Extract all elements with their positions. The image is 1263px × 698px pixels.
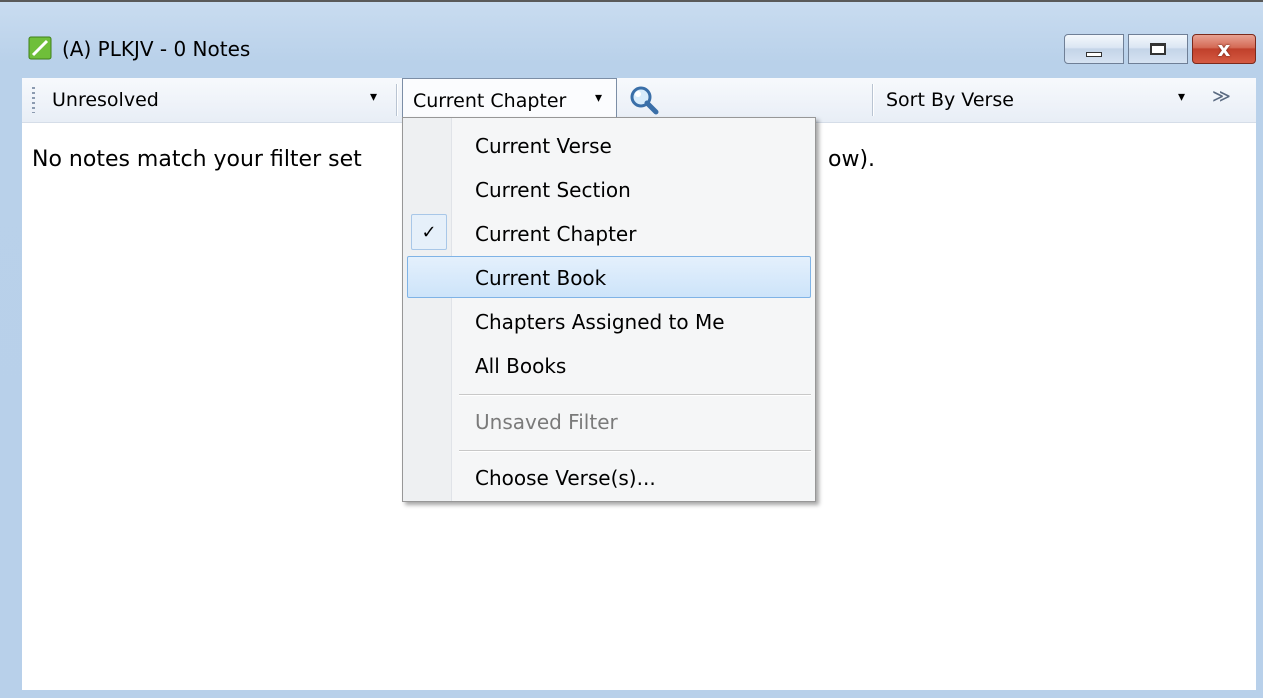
menu-item-current-chapter[interactable]: ✓ Current Chapter [407,212,811,254]
title-bar[interactable]: (A) PLKJV - 0 Notes x [0,2,1263,64]
scope-filter-dropdown[interactable]: Current Chapter ▾ [402,78,617,122]
menu-item-current-book[interactable]: Current Book [407,256,811,298]
scope-dropdown-menu: Current Verse Current Section ✓ Current … [402,117,816,502]
menu-item-all-books[interactable]: All Books [407,344,811,386]
search-icon[interactable] [626,84,662,116]
toolbar-separator [872,84,873,116]
overflow-chevron-icon[interactable]: ≫ [1212,86,1231,107]
minimize-button[interactable] [1064,34,1124,64]
menu-item-label: Choose Verse(s)... [475,466,656,490]
menu-separator [459,450,811,451]
window-title: (A) PLKJV - 0 Notes [62,37,251,61]
menu-item-label: All Books [475,354,567,378]
maximize-button[interactable] [1128,34,1188,64]
close-button[interactable]: x [1192,34,1256,64]
menu-item-current-section[interactable]: Current Section [407,168,811,210]
minimize-icon [1086,51,1102,57]
toolbar-grip[interactable] [32,87,35,113]
menu-item-label: Current Verse [475,134,612,158]
check-icon: ✓ [411,214,447,250]
sort-chevron-down-icon[interactable]: ▾ [1178,89,1185,105]
app-notes-icon [28,36,52,60]
close-icon: x [1217,37,1231,61]
status-filter-dropdown[interactable]: Unresolved [52,89,159,111]
menu-item-label: Current Section [475,178,631,202]
empty-message-tail: ow). [828,147,876,172]
menu-item-chapters-assigned[interactable]: Chapters Assigned to Me [407,300,811,342]
menu-item-unsaved-filter: Unsaved Filter [407,400,811,442]
sort-dropdown[interactable]: Sort By Verse [886,89,1014,111]
menu-item-label: Current Book [475,266,607,290]
empty-message: No notes match your filter set [32,147,362,172]
scope-filter-chevron-down-icon: ▾ [595,90,603,106]
menu-item-label: Chapters Assigned to Me [475,310,725,334]
menu-item-label: Unsaved Filter [475,410,618,434]
menu-item-current-verse[interactable]: Current Verse [407,124,811,166]
scope-filter-label: Current Chapter [413,90,567,112]
maximize-icon [1150,43,1166,55]
menu-separator [459,394,811,395]
status-filter-chevron-down-icon[interactable]: ▾ [370,89,377,105]
menu-item-label: Current Chapter [475,222,637,246]
toolbar-separator [396,84,397,116]
menu-item-choose-verses[interactable]: Choose Verse(s)... [407,456,811,498]
